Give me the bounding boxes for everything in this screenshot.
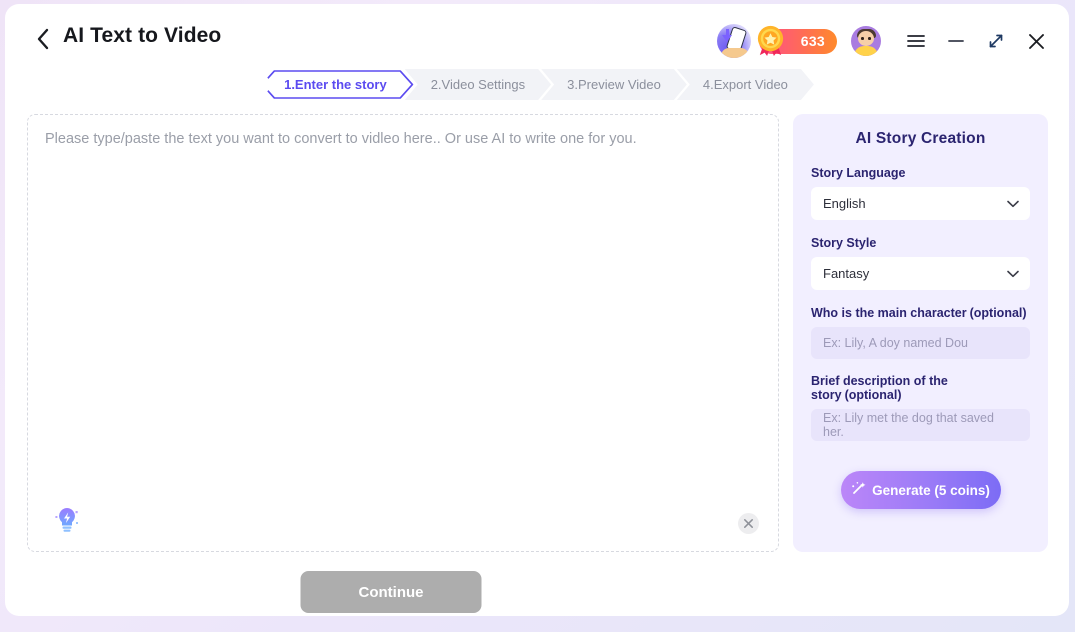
- story-style-select[interactable]: Fantasy: [811, 257, 1030, 290]
- story-description-input[interactable]: Ex: Lily met the dog that saved her.: [811, 409, 1030, 441]
- lightbulb-ai-icon[interactable]: [50, 503, 84, 537]
- step-tab-3-label: 3.Preview Video: [567, 77, 661, 92]
- continue-button[interactable]: Continue: [300, 571, 482, 613]
- step-tab-3[interactable]: 3.Preview Video: [541, 69, 687, 100]
- gold-medal-icon: [757, 25, 784, 57]
- story-language-select[interactable]: English: [811, 187, 1030, 220]
- back-chevron-icon[interactable]: [30, 25, 56, 53]
- titlebar-actions: 633: [717, 20, 1051, 62]
- story-description-label: Brief description of the story (optional): [811, 374, 1030, 402]
- main-character-placeholder: Ex: Lily, A doy named Dou: [823, 336, 968, 350]
- step-tab-2-label: 2.Video Settings: [430, 77, 526, 92]
- panel-title: AI Story Creation: [855, 130, 986, 147]
- story-style-value: Fantasy: [823, 266, 870, 281]
- sparkle-wand-icon: [851, 481, 866, 499]
- main-character-label-text: Who is the main character: [811, 306, 967, 320]
- expand-icon[interactable]: [981, 26, 1011, 56]
- step-navigation: 1.Enter the story 2.Video Settings 3.Pre…: [5, 69, 1069, 104]
- avatar[interactable]: [851, 26, 881, 56]
- main-character-label: Who is the main character (optional): [811, 306, 1030, 320]
- generate-button-label: Generate (5 coins): [872, 482, 990, 498]
- titlebar: AI Text to Video 633: [5, 4, 1069, 74]
- story-style-label: Story Style: [811, 236, 877, 250]
- story-language-label: Story Language: [811, 166, 906, 180]
- app-window: AI Text to Video 633 1.Enter the story 2…: [5, 4, 1069, 616]
- story-language-value: English: [823, 196, 866, 211]
- step-tab-1-label: 1.Enter the story: [284, 77, 387, 92]
- story-description-placeholder: Ex: Lily met the dog that saved her.: [823, 411, 994, 439]
- close-icon[interactable]: [1021, 26, 1051, 56]
- step-tab-2[interactable]: 2.Video Settings: [405, 69, 551, 100]
- minimize-icon[interactable]: [941, 26, 971, 56]
- page-title: AI Text to Video: [63, 24, 222, 47]
- main-character-optional: (optional): [969, 306, 1027, 320]
- chevron-down-icon: [1007, 200, 1019, 208]
- main-content: Please type/paste the text you want to c…: [5, 110, 1069, 616]
- generate-button[interactable]: Generate (5 coins): [840, 471, 1001, 509]
- story-description-optional: (optional): [844, 388, 902, 402]
- hamburger-menu-icon[interactable]: [901, 26, 931, 56]
- clear-circle-icon[interactable]: [738, 513, 759, 534]
- step-tab-1[interactable]: 1.Enter the story: [260, 69, 415, 100]
- story-text-placeholder: Please type/paste the text you want to c…: [45, 131, 637, 147]
- chevron-down-icon: [1007, 270, 1019, 278]
- step-tab-4[interactable]: 4.Export Video: [677, 69, 814, 100]
- step-tab-4-label: 4.Export Video: [702, 77, 788, 92]
- main-character-input[interactable]: Ex: Lily, A doy named Dou: [811, 327, 1030, 359]
- continue-button-label: Continue: [358, 583, 424, 601]
- coin-balance-badge[interactable]: 633: [757, 25, 837, 57]
- ai-story-creation-panel: AI Story Creation Story Language English…: [793, 114, 1048, 552]
- story-text-editor[interactable]: Please type/paste the text you want to c…: [27, 114, 779, 552]
- phone-download-icon[interactable]: [717, 24, 751, 58]
